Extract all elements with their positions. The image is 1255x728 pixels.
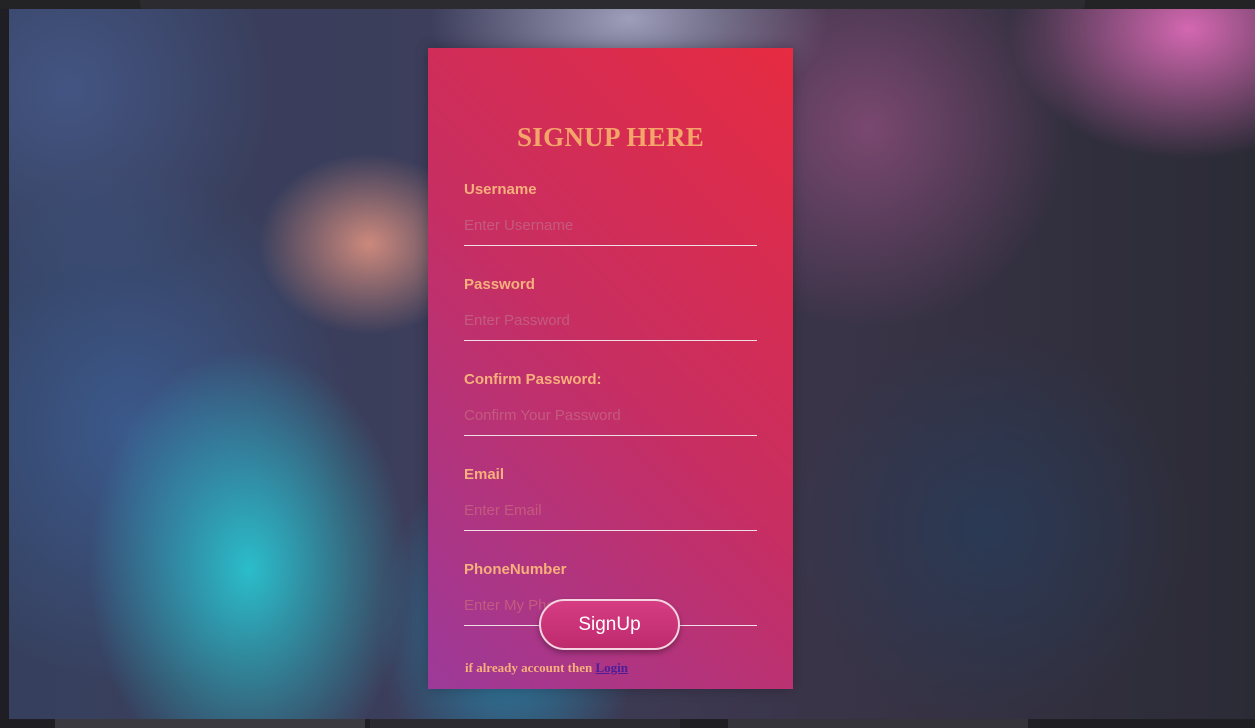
phone-number-label: PhoneNumber	[464, 561, 567, 578]
confirm-password-input[interactable]	[464, 396, 757, 436]
form-title: SIGNUP HERE	[516, 122, 705, 152]
confirm-password-label: Confirm Password:	[464, 371, 602, 388]
browser-top-bar-strip	[140, 0, 1085, 9]
email-label: Email	[464, 466, 505, 483]
browser-top-bar	[0, 0, 1255, 9]
password-label: Password	[464, 276, 535, 293]
password-input[interactable]	[464, 301, 757, 341]
login-link[interactable]: Login	[595, 660, 628, 675]
login-prompt-text: if already account then	[465, 660, 596, 675]
email-input[interactable]	[464, 491, 757, 531]
taskbar-segment	[55, 719, 365, 728]
username-input[interactable]	[464, 206, 757, 246]
signup-form: SIGNUP HERE Username Password Confirm Pa…	[428, 48, 793, 689]
username-label: Username	[464, 181, 537, 198]
login-prompt: if already account then Login	[465, 660, 628, 676]
taskbar	[0, 719, 1255, 728]
taskbar-segment	[728, 719, 1028, 728]
taskbar-segment	[370, 719, 680, 728]
signup-button[interactable]: SignUp	[539, 599, 680, 650]
